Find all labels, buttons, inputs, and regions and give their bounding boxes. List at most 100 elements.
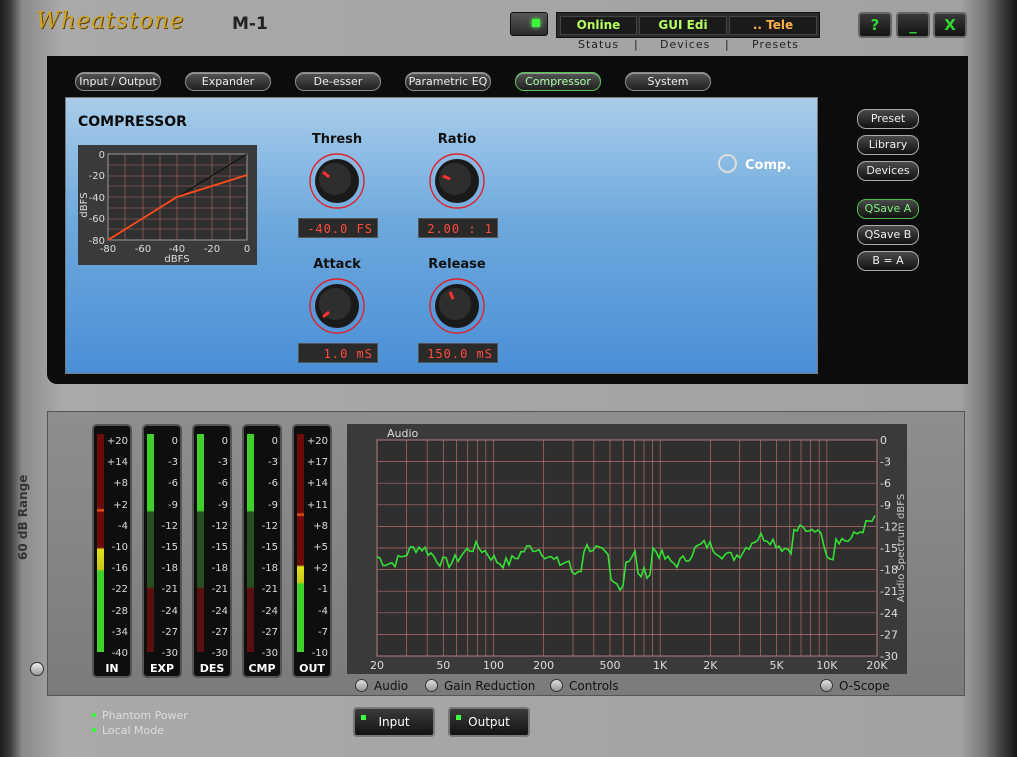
meter-tick: +8	[113, 478, 128, 490]
x-tick: -60	[135, 244, 151, 255]
separator: |	[725, 38, 730, 51]
meter-tick: 0	[171, 436, 178, 447]
compression-curve-svg: 0 -20 -40 -60 -80 -80 -60 -40 -20 0 dBFS…	[79, 150, 250, 265]
spectrum-y-label: Audio Spectrum dBFS	[896, 494, 907, 602]
y-tick: -27	[880, 628, 898, 641]
meter-tick: +20	[106, 436, 128, 447]
separator: |	[634, 38, 639, 51]
meter-tick: -21	[161, 584, 178, 596]
indicator-label: Local Mode	[102, 724, 164, 737]
meter-tick: -27	[211, 626, 228, 638]
meter-tick: -9	[218, 499, 228, 511]
y-tick: -20	[89, 171, 105, 182]
view-option-label: O-Scope	[839, 679, 890, 693]
preset-button[interactable]: Preset	[857, 109, 919, 129]
led-icon	[92, 713, 96, 717]
attack-knob[interactable]	[308, 277, 366, 335]
y-tick: -60	[89, 214, 105, 225]
b-equals-a-button[interactable]: B = A	[857, 251, 919, 271]
comp-label: Comp.	[745, 158, 792, 173]
meter-tick: -18	[161, 563, 178, 575]
view-audio-option[interactable]: Audio	[355, 679, 408, 693]
meter-tick: +20	[306, 436, 328, 447]
minimize-button[interactable]: _	[896, 12, 930, 38]
meter-tick: -12	[261, 520, 278, 532]
devices-label: Devices	[660, 38, 711, 51]
close-button[interactable]: X	[933, 12, 967, 38]
thresh-knob[interactable]	[308, 152, 366, 210]
output-button[interactable]: Output	[448, 707, 530, 737]
meter-out: +20 +17 +14 +11 +8 +5 +2 -1 -4 -7 -10 OUT	[292, 424, 332, 678]
meter-tick: -24	[261, 605, 278, 617]
connection-led-button[interactable]	[510, 12, 548, 36]
meter-in: +20 +14 +8 +2 -4 -10 -16 -22 -28 -34 -40 IN	[92, 424, 132, 678]
range-radio[interactable]	[30, 662, 44, 676]
y-tick: -6	[880, 477, 891, 490]
meter-tick: -24	[211, 605, 228, 617]
release-label: Release	[428, 257, 486, 272]
ratio-label: Ratio	[437, 132, 477, 147]
meter-bar	[97, 434, 104, 652]
tab-input-output[interactable]: Input / Output	[75, 72, 161, 91]
view-option-label: Gain Reduction	[444, 679, 536, 693]
tab-parametric-eq[interactable]: Parametric EQ	[405, 72, 491, 91]
meter-cmp: 0 -3 -6 -9 -12 -15 -18 -21 -24 -27 -30 CMP	[242, 424, 282, 678]
meter-des: 0 -3 -6 -9 -12 -15 -18 -21 -24 -27 -30 DES	[192, 424, 232, 678]
meter-tick: -34	[111, 626, 128, 638]
devices-button[interactable]: Devices	[857, 161, 919, 181]
meter-tick: 0	[271, 436, 278, 447]
input-button-label: Input	[378, 715, 410, 729]
library-button[interactable]: Library	[857, 135, 919, 155]
x-tick: 500	[599, 659, 620, 672]
meter-tick: -12	[161, 520, 178, 532]
meter-tick: -15	[161, 542, 178, 553]
meter-tick: +2	[113, 499, 128, 511]
status-label: Status	[578, 38, 620, 51]
meter-tick: +14	[306, 478, 328, 490]
meter-tick: -3	[268, 457, 278, 469]
comp-enable-toggle[interactable]: Comp.	[718, 154, 791, 173]
meter-tick: -22	[111, 584, 128, 596]
meter-tick: -30	[211, 648, 228, 659]
led-icon	[532, 19, 540, 27]
input-button[interactable]: Input	[353, 707, 435, 737]
release-display[interactable]: 150.0 mS	[418, 343, 498, 363]
thresh-display[interactable]: -40.0 FS	[298, 218, 378, 238]
ratio-display[interactable]: 2.00 : 1	[418, 218, 498, 238]
meter-tick: -9	[268, 499, 278, 511]
meter-label: OUT	[299, 662, 325, 675]
y-tick: -40	[89, 193, 105, 204]
model-name: M-1	[232, 14, 268, 34]
indicator-label: Phantom Power	[102, 709, 188, 722]
status-device-box[interactable]: GUI Edi	[639, 16, 727, 35]
ratio-knob[interactable]	[428, 152, 486, 210]
help-button[interactable]: ?	[858, 12, 892, 38]
qsave-b-button[interactable]: QSave B	[857, 225, 919, 245]
attack-display[interactable]: 1.0 mS	[298, 343, 378, 363]
view-controls-option[interactable]: Controls	[550, 679, 619, 693]
panel-title: COMPRESSOR	[78, 114, 187, 130]
qsave-a-button[interactable]: QSave A	[857, 199, 919, 219]
meter-tick: 0	[221, 436, 228, 447]
meter-tick: -3	[168, 457, 178, 469]
tab-compressor[interactable]: Compressor	[515, 72, 601, 91]
view-gain-reduction-option[interactable]: Gain Reduction	[425, 679, 535, 693]
tab-de-esser[interactable]: De-esser	[295, 72, 381, 91]
tab-expander[interactable]: Expander	[185, 72, 271, 91]
view-o-scope-option[interactable]: O-Scope	[820, 679, 890, 693]
meter-tick: -30	[161, 648, 178, 659]
meter-tick: -24	[161, 605, 178, 617]
status-preset-box[interactable]: .. Tele	[729, 16, 817, 35]
phantom-power-indicator: Phantom Power	[92, 709, 188, 722]
meter-tick: +2	[313, 563, 328, 575]
meter-exp: 0 -3 -6 -9 -12 -15 -18 -21 -24 -27 -30 EXP	[142, 424, 182, 678]
audio-spectrum: 20 50 100 200 500 1K 2K 5K 10K 20K 0 -3 -6 -9 -12 -15 -1…	[347, 424, 907, 674]
meter-tick: -27	[261, 626, 278, 638]
x-tick: 200	[533, 659, 554, 672]
x-tick: 1K	[653, 659, 668, 672]
release-knob[interactable]	[428, 277, 486, 335]
tab-system[interactable]: System	[625, 72, 711, 91]
status-online-box[interactable]: Online	[560, 16, 637, 35]
view-option-label: Audio	[374, 679, 409, 693]
status-strip: Online GUI Edi .. Tele	[556, 12, 820, 38]
